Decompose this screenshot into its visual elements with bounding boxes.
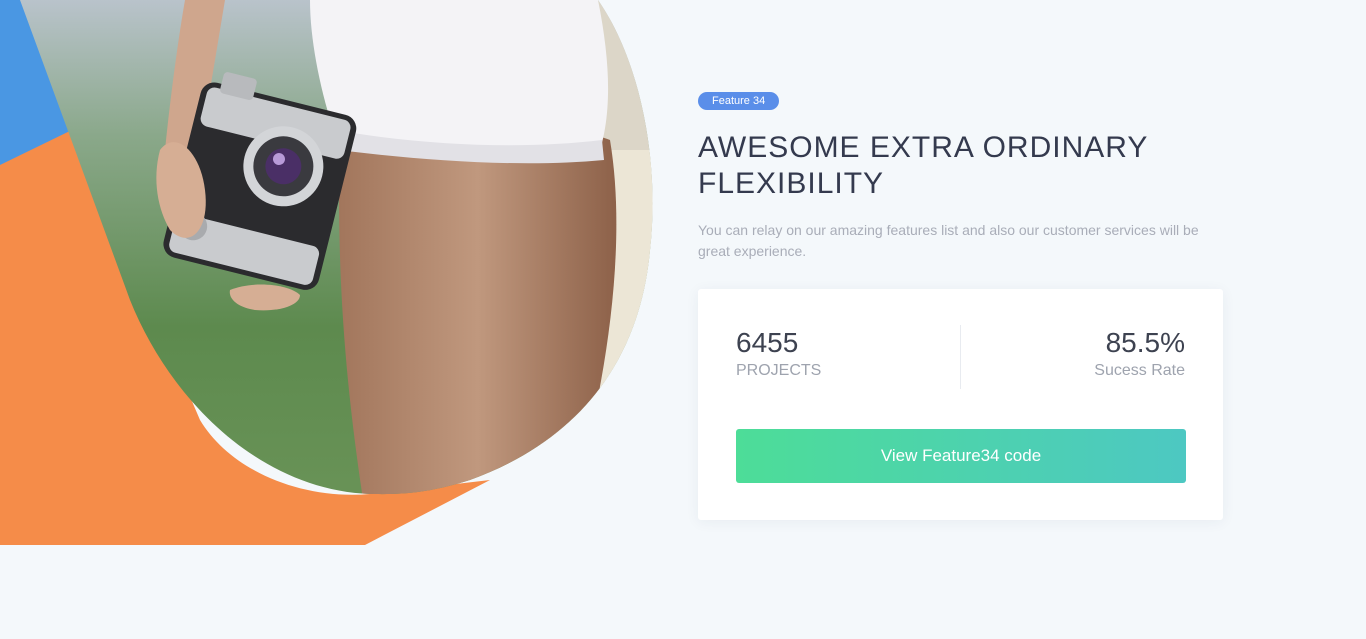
stat-success-rate: 85.5% Sucess Rate [1094, 327, 1185, 381]
feature-content: Feature 34 AWESOME EXTRA ORDINARY FLEXIB… [698, 91, 1228, 520]
hero-art [0, 0, 653, 545]
stat-success-rate-value: 85.5% [1105, 327, 1185, 358]
stat-projects: 6455 PROJECTS [736, 327, 821, 381]
stats-card: 6455 PROJECTS 85.5% Sucess Rate View Fea… [698, 289, 1223, 520]
view-code-button[interactable]: View Feature34 code [736, 429, 1186, 483]
feature-description: You can relay on our amazing features li… [698, 222, 1199, 259]
feature-section: Feature 34 AWESOME EXTRA ORDINARY FLEXIB… [0, 0, 1366, 639]
stats-divider [960, 325, 961, 389]
feature-title: AWESOME EXTRA ORDINARY FLEXIBILITY [698, 131, 1148, 200]
stat-projects-value: 6455 [736, 327, 799, 358]
stat-projects-label: PROJECTS [736, 362, 822, 379]
stat-success-rate-label: Sucess Rate [1094, 362, 1185, 379]
feature-badge: Feature 34 [698, 92, 780, 110]
